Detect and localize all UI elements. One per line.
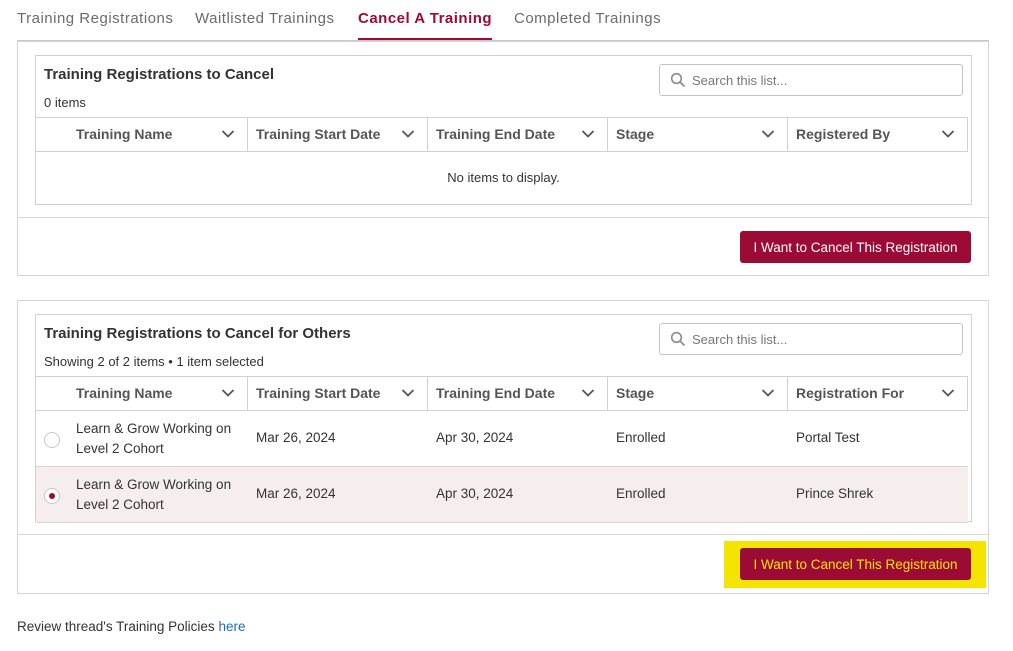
panel-divider	[18, 534, 988, 535]
chevron-down-icon	[941, 130, 955, 138]
chevron-down-icon	[941, 389, 955, 397]
table-row[interactable]: Learn & Grow Working on Level 2 Cohort M…	[36, 467, 968, 523]
column-header-training-name[interactable]: Training Name	[36, 377, 248, 410]
chevron-down-icon	[581, 130, 595, 138]
tab-waitlisted-trainings[interactable]: Waitlisted Trainings	[195, 0, 335, 40]
column-header-registration-for[interactable]: Registration For	[788, 377, 968, 410]
panel-divider	[18, 217, 988, 218]
stage-cell: Enrolled	[616, 486, 666, 501]
search-icon	[670, 72, 685, 87]
column-label: Stage	[616, 385, 655, 401]
column-label: Training Start Date	[256, 126, 381, 142]
registration-for-cell: Prince Shrek	[796, 486, 874, 501]
chevron-down-icon	[401, 130, 415, 138]
training-name-cell: Learn & Grow Working on Level 2 Cohort	[76, 421, 232, 456]
registrations-to-cancel-list: Training Registrations to Cancel 0 items…	[35, 55, 972, 205]
chevron-down-icon	[401, 389, 415, 397]
footer-text: Review thread's Training Policies	[17, 619, 215, 634]
cancel-panel: Training Registrations to Cancel 0 items…	[17, 41, 989, 276]
policies-footer: Review thread's Training Policies here	[17, 619, 245, 634]
row-select-radio[interactable]	[44, 488, 60, 504]
column-header-start-date[interactable]: Training Start Date	[248, 377, 428, 410]
end-date-cell: Apr 30, 2024	[436, 430, 514, 445]
search-input[interactable]	[692, 328, 952, 350]
training-name-cell: Learn & Grow Working on Level 2 Cohort	[76, 477, 232, 512]
chevron-down-icon	[221, 130, 235, 138]
empty-state-text: No items to display.	[447, 170, 560, 185]
tab-cancel-a-training[interactable]: Cancel A Training	[358, 0, 493, 40]
column-label: Training Start Date	[256, 385, 381, 401]
search-box	[659, 323, 963, 355]
registration-for-cell: Portal Test	[796, 430, 860, 445]
stage-cell: Enrolled	[616, 430, 666, 445]
start-date-cell: Mar 26, 2024	[256, 486, 336, 501]
chevron-down-icon	[761, 389, 775, 397]
chevron-down-icon	[761, 130, 775, 138]
column-header-training-name[interactable]: Training Name	[36, 118, 248, 151]
list-title: Training Registrations to Cancel for Oth…	[44, 325, 351, 342]
item-count: Showing 2 of 2 items • 1 item selected	[44, 354, 264, 369]
column-header-start-date[interactable]: Training Start Date	[248, 118, 428, 151]
tab-bar: Training Registrations Waitlisted Traini…	[0, 0, 1013, 42]
column-label: Registered By	[796, 126, 891, 142]
column-header-end-date[interactable]: Training End Date	[428, 377, 608, 410]
start-date-cell: Mar 26, 2024	[256, 430, 336, 445]
chevron-down-icon	[221, 389, 235, 397]
policies-link[interactable]: here	[218, 619, 245, 634]
search-input[interactable]	[692, 69, 952, 91]
search-box	[659, 64, 963, 96]
tab-training-registrations[interactable]: Training Registrations	[17, 0, 173, 40]
column-header-registered-by[interactable]: Registered By	[788, 118, 968, 151]
column-label: Training End Date	[436, 385, 556, 401]
table-row[interactable]: Learn & Grow Working on Level 2 Cohort M…	[36, 411, 968, 467]
list-title: Training Registrations to Cancel	[44, 66, 275, 83]
item-count: 0 items	[44, 95, 86, 110]
registrations-to-cancel-for-others-list: Training Registrations to Cancel for Oth…	[35, 314, 972, 523]
column-header-end-date[interactable]: Training End Date	[428, 118, 608, 151]
table-header: Training Name Training Start Date Traini…	[36, 117, 968, 152]
column-label: Stage	[616, 126, 655, 142]
chevron-down-icon	[581, 389, 595, 397]
tab-completed-trainings[interactable]: Completed Trainings	[514, 0, 661, 40]
row-select-radio[interactable]	[44, 432, 60, 448]
table-header: Training Name Training Start Date Traini…	[36, 376, 968, 411]
column-label: Training End Date	[436, 126, 556, 142]
cancel-registration-button[interactable]: I Want to Cancel This Registration	[740, 231, 971, 263]
cancel-registration-for-others-button[interactable]: I Want to Cancel This Registration	[740, 548, 971, 580]
column-label: Registration For	[796, 385, 905, 401]
search-icon	[670, 331, 685, 346]
column-header-stage[interactable]: Stage	[608, 377, 788, 410]
end-date-cell: Apr 30, 2024	[436, 486, 514, 501]
column-label: Training Name	[76, 126, 173, 142]
column-label: Training Name	[76, 385, 173, 401]
column-header-stage[interactable]: Stage	[608, 118, 788, 151]
